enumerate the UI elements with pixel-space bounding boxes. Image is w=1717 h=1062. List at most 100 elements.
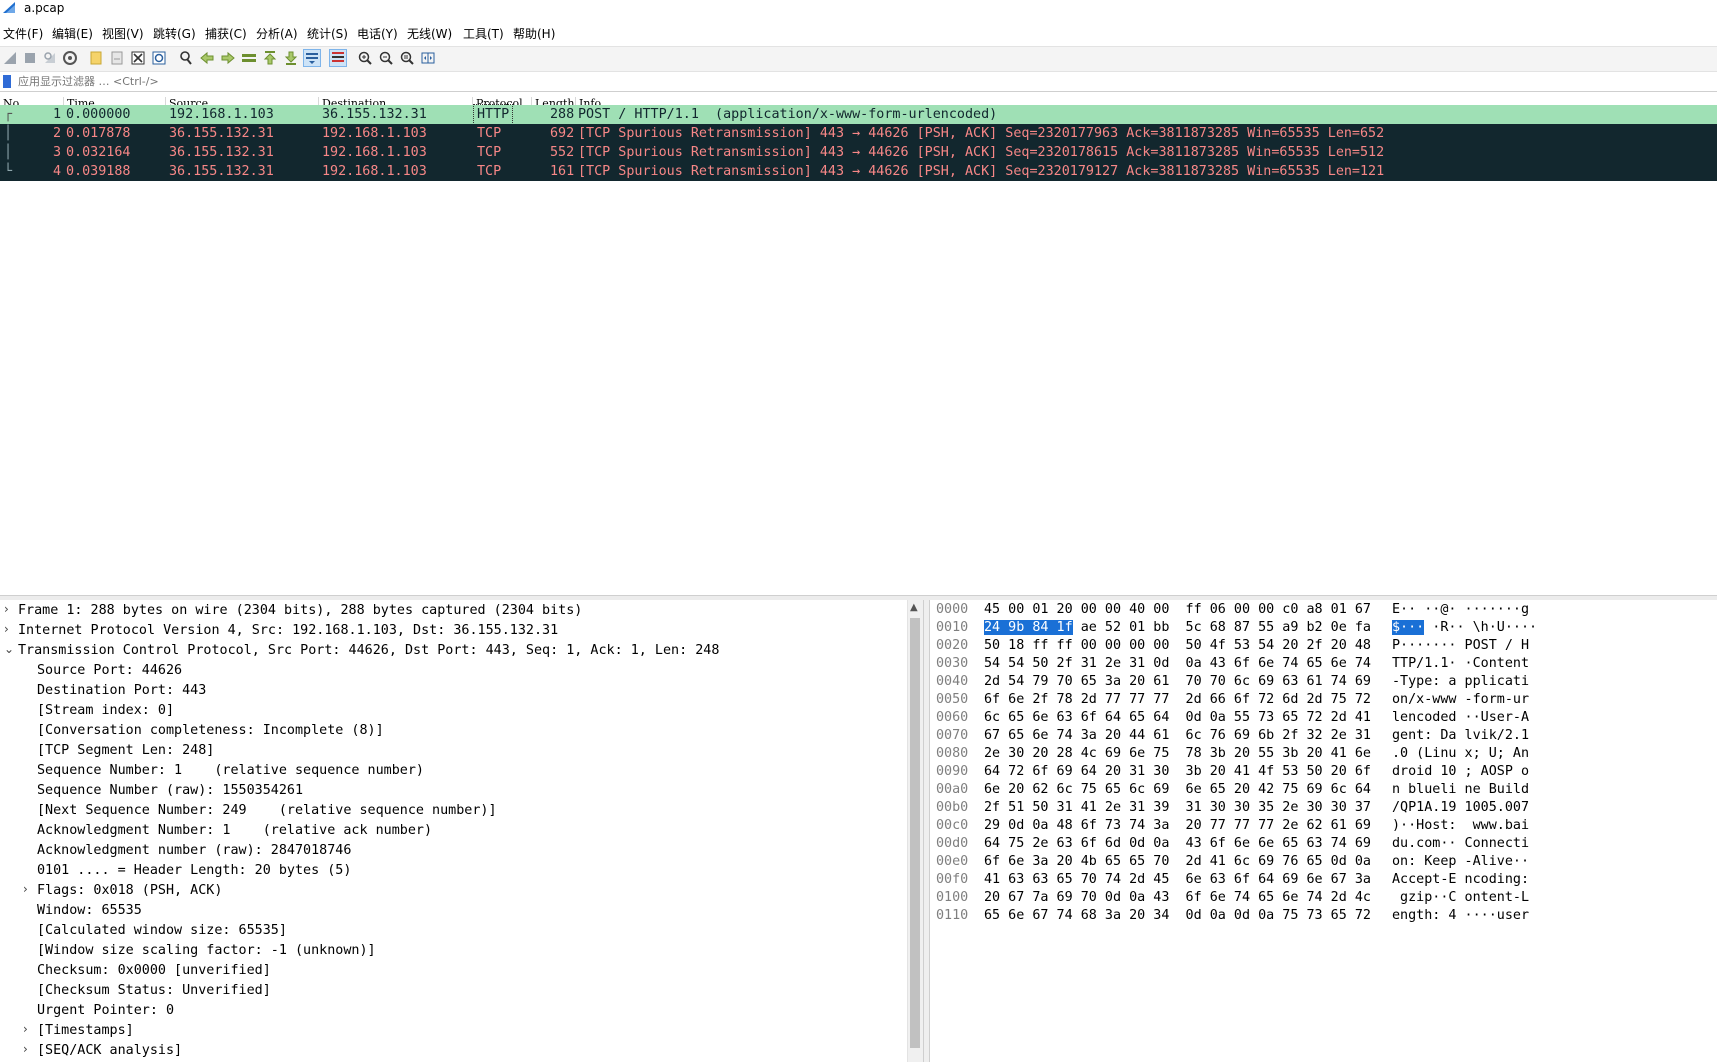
- go-last-packet-icon[interactable]: [283, 50, 299, 66]
- ascii-bytes[interactable]: gent: Da lvik/2.1: [1392, 727, 1529, 745]
- hex-bytes[interactable]: 45 00 01 20 00 00 40 00 ff 06 00 00 c0 a…: [984, 601, 1371, 619]
- tree-item[interactable]: Urgent Pointer: 0: [37, 1001, 174, 1021]
- ascii-bytes[interactable]: lencoded ··User-A: [1392, 709, 1529, 727]
- go-back-icon[interactable]: [199, 50, 215, 66]
- ascii-bytes[interactable]: /QP1A.19 1005.007: [1392, 799, 1529, 817]
- zoom-in-icon[interactable]: [357, 50, 373, 66]
- tree-item[interactable]: Sequence Number: 1 (relative sequence nu…: [37, 761, 424, 781]
- resize-columns-icon[interactable]: [420, 50, 436, 66]
- capture-options-icon[interactable]: [62, 50, 78, 66]
- scrollbar-thumb[interactable]: [910, 618, 920, 1048]
- menu-go[interactable]: 跳转(G): [153, 25, 196, 42]
- ascii-bytes[interactable]: on: Keep -Alive··: [1392, 853, 1529, 871]
- ascii-bytes[interactable]: $··· ·R·· \h·U····: [1392, 619, 1537, 637]
- tree-item[interactable]: Acknowledgment number (raw): 2847018746: [37, 841, 351, 861]
- tree-item[interactable]: [Next Sequence Number: 249 (relative seq…: [37, 801, 497, 821]
- hex-bytes[interactable]: 65 6e 67 74 68 3a 20 34 0d 0a 0d 0a 75 7…: [984, 907, 1371, 925]
- tree-item[interactable]: [Stream index: 0]: [37, 701, 174, 721]
- packet-row[interactable]: │ 3 0.032164 36.155.132.31 192.168.1.103…: [0, 143, 1717, 162]
- hex-bytes[interactable]: 6c 65 6e 63 6f 64 65 64 0d 0a 55 73 65 7…: [984, 709, 1371, 727]
- scroll-up-icon[interactable]: ▲: [910, 602, 918, 613]
- go-to-packet-icon[interactable]: [241, 50, 257, 66]
- ascii-bytes[interactable]: )··Host: www.bai: [1392, 817, 1529, 835]
- details-scrollbar[interactable]: ▲: [907, 600, 923, 1062]
- menu-telephony[interactable]: 电话(Y): [357, 25, 398, 42]
- ascii-bytes[interactable]: gzip··C ontent-L: [1392, 889, 1529, 907]
- ascii-bytes[interactable]: n blueli ne Build: [1392, 781, 1529, 799]
- tree-item[interactable]: Acknowledgment Number: 1 (relative ack n…: [37, 821, 432, 841]
- display-filter-input[interactable]: [18, 74, 1708, 89]
- pane-divider[interactable]: [923, 600, 930, 1062]
- tree-item[interactable]: [Calculated window size: 65535]: [37, 921, 287, 941]
- save-file-icon[interactable]: [109, 50, 125, 66]
- hex-bytes[interactable]: 64 75 2e 63 6f 6d 0d 0a 43 6f 6e 6e 65 6…: [984, 835, 1371, 853]
- hex-bytes[interactable]: 54 54 50 2f 31 2e 31 0d 0a 43 6f 6e 74 6…: [984, 655, 1371, 673]
- tree-item[interactable]: Transmission Control Protocol, Src Port:…: [18, 641, 719, 661]
- collapse-arrow-icon[interactable]: ⌄: [4, 642, 14, 656]
- tree-item[interactable]: [SEQ/ACK analysis]: [37, 1041, 182, 1061]
- menu-help[interactable]: 帮助(H): [513, 25, 555, 42]
- ascii-bytes[interactable]: E·· ··@· ·······g: [1392, 601, 1529, 619]
- tree-item[interactable]: Destination Port: 443: [37, 681, 206, 701]
- packet-row[interactable]: └ 4 0.039188 36.155.132.31 192.168.1.103…: [0, 162, 1717, 181]
- hex-bytes[interactable]: 2f 51 50 31 41 2e 31 39 31 30 30 35 2e 3…: [984, 799, 1371, 817]
- expand-arrow-icon[interactable]: ›: [23, 1022, 33, 1036]
- close-file-icon[interactable]: [130, 50, 146, 66]
- selected-hex-bytes[interactable]: 24 9b 84 1f: [984, 620, 1073, 635]
- bookmark-icon[interactable]: [3, 75, 11, 88]
- menu-statistics[interactable]: 统计(S): [307, 25, 348, 42]
- go-forward-icon[interactable]: [220, 50, 236, 66]
- tree-item[interactable]: Sequence Number (raw): 1550354261: [37, 781, 303, 801]
- restart-capture-icon[interactable]: [42, 50, 58, 66]
- tree-item[interactable]: Frame 1: 288 bytes on wire (2304 bits), …: [18, 601, 582, 621]
- hex-bytes[interactable]: 6e 20 62 6c 75 65 6c 69 6e 65 20 42 75 6…: [984, 781, 1371, 799]
- zoom-out-icon[interactable]: [378, 50, 394, 66]
- tree-item[interactable]: Window: 65535: [37, 901, 142, 921]
- menu-file[interactable]: 文件(F): [3, 25, 43, 42]
- ascii-bytes[interactable]: -Type: a pplicati: [1392, 673, 1529, 691]
- hex-bytes[interactable]: 41 63 63 65 70 74 2d 45 6e 63 6f 64 69 6…: [984, 871, 1371, 889]
- menu-capture[interactable]: 捕获(C): [205, 25, 247, 42]
- ascii-bytes[interactable]: .0 (Linu x; U; An: [1392, 745, 1529, 763]
- hex-bytes[interactable]: 2d 54 79 70 65 3a 20 61 70 70 6c 69 63 6…: [984, 673, 1371, 691]
- expand-arrow-icon[interactable]: ›: [4, 622, 14, 636]
- menu-edit[interactable]: 编辑(E): [52, 25, 93, 42]
- tree-item[interactable]: [Window size scaling factor: -1 (unknown…: [37, 941, 376, 961]
- tree-item[interactable]: Internet Protocol Version 4, Src: 192.16…: [18, 621, 558, 641]
- ascii-bytes[interactable]: TTP/1.1· ·Content: [1392, 655, 1529, 673]
- go-first-packet-icon[interactable]: [262, 50, 278, 66]
- menu-wireless[interactable]: 无线(W): [407, 25, 452, 42]
- normal-size-icon[interactable]: [399, 50, 415, 66]
- menu-view[interactable]: 视图(V): [102, 25, 144, 42]
- hex-bytes[interactable]: 6f 6e 2f 78 2d 77 77 77 2d 66 6f 72 6d 2…: [984, 691, 1371, 709]
- find-packet-icon[interactable]: [178, 50, 194, 66]
- packet-row[interactable]: ┌ 1 0.000000 192.168.1.103 36.155.132.31…: [0, 104, 1717, 125]
- tree-item[interactable]: Flags: 0x018 (PSH, ACK): [37, 881, 222, 901]
- hex-bytes[interactable]: 2e 30 20 28 4c 69 6e 75 78 3b 20 55 3b 2…: [984, 745, 1371, 763]
- tree-item[interactable]: [Timestamps]: [37, 1021, 134, 1041]
- hex-bytes[interactable]: 6f 6e 3a 20 4b 65 65 70 2d 41 6c 69 76 6…: [984, 853, 1371, 871]
- hex-bytes[interactable]: 20 67 7a 69 70 0d 0a 43 6f 6e 74 65 6e 7…: [984, 889, 1371, 907]
- menu-tools[interactable]: 工具(T): [463, 25, 504, 42]
- tree-item[interactable]: Checksum: 0x0000 [unverified]: [37, 961, 271, 981]
- packet-row[interactable]: │ 2 0.017878 36.155.132.31 192.168.1.103…: [0, 124, 1717, 143]
- tree-item[interactable]: 0101 .... = Header Length: 20 bytes (5): [37, 861, 351, 881]
- tree-item[interactable]: Source Port: 44626: [37, 661, 182, 681]
- open-file-icon[interactable]: [88, 50, 104, 66]
- tree-item[interactable]: [Conversation completeness: Incomplete (…: [37, 721, 384, 741]
- tree-item[interactable]: [TCP Segment Len: 248]: [37, 741, 214, 761]
- ascii-bytes[interactable]: on/x-www -form-ur: [1392, 691, 1529, 709]
- hex-bytes[interactable]: 24 9b 84 1f ae 52 01 bb 5c 68 87 55 a9 b…: [984, 619, 1371, 637]
- expand-arrow-icon[interactable]: ›: [4, 602, 14, 616]
- hex-bytes[interactable]: 67 65 6e 74 3a 20 44 61 6c 76 69 6b 2f 3…: [984, 727, 1371, 745]
- ascii-bytes[interactable]: du.com·· Connecti: [1392, 835, 1529, 853]
- expand-arrow-icon[interactable]: ›: [23, 1042, 33, 1056]
- auto-scroll-icon[interactable]: [303, 49, 321, 67]
- hex-bytes[interactable]: 29 0d 0a 48 6f 73 74 3a 20 77 77 77 2e 6…: [984, 817, 1371, 835]
- selected-ascii-bytes[interactable]: $···: [1392, 620, 1425, 635]
- ascii-bytes[interactable]: droid 10 ; AOSP o: [1392, 763, 1529, 781]
- expand-arrow-icon[interactable]: ›: [23, 882, 33, 896]
- menu-analyze[interactable]: 分析(A): [256, 25, 298, 42]
- ascii-bytes[interactable]: P······· POST / H: [1392, 637, 1529, 655]
- hex-bytes[interactable]: 50 18 ff ff 00 00 00 00 50 4f 53 54 20 2…: [984, 637, 1371, 655]
